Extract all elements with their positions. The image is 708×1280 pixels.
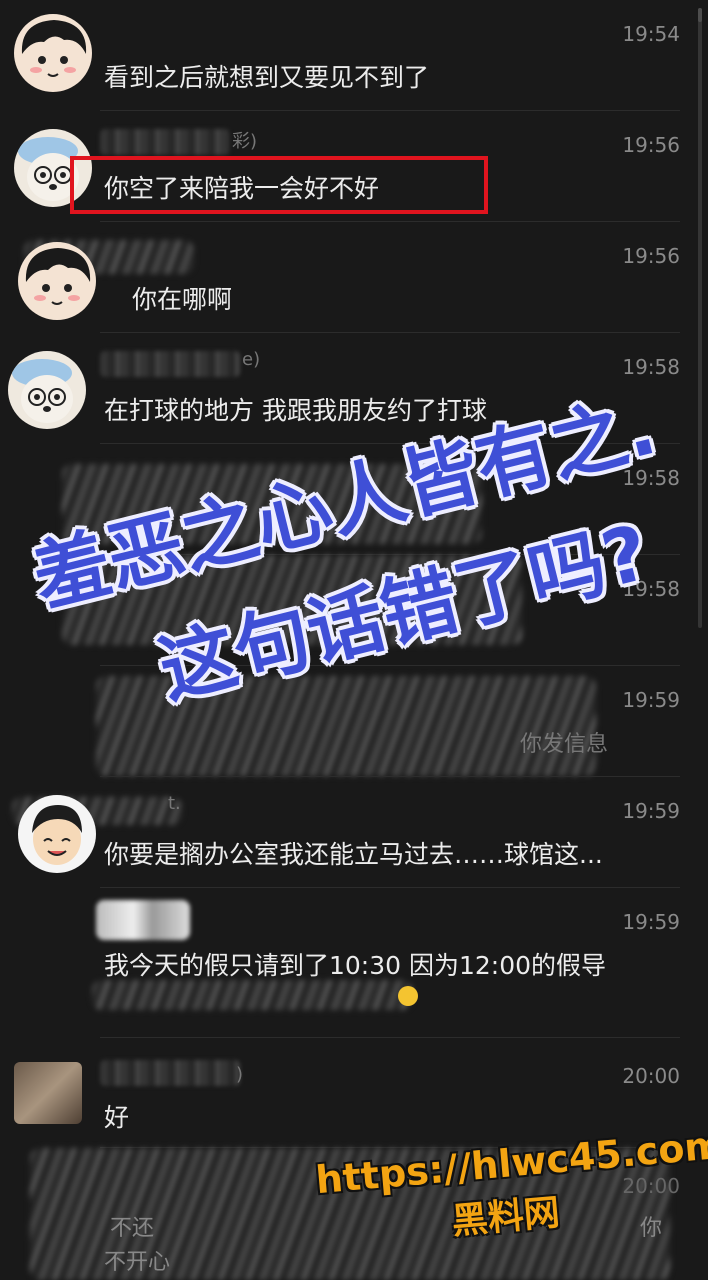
avatar[interactable]	[14, 14, 92, 92]
message-partial-text: 不开心	[104, 1250, 171, 1275]
highlight-box	[70, 156, 488, 214]
avatar-blurred[interactable]	[96, 900, 190, 940]
avatar[interactable]	[18, 242, 96, 320]
message-text: 好	[104, 1103, 130, 1132]
scrollbar[interactable]	[698, 8, 702, 628]
message-partial-text: 不还	[110, 1216, 155, 1241]
chat-message[interactable]: 19:54 看到之后就想到又要见不到了	[0, 0, 708, 111]
avatar-blurred[interactable]	[14, 1062, 82, 1124]
sender-name-blurred	[100, 351, 240, 377]
avatar[interactable]	[8, 351, 86, 429]
message-time: 19:59	[622, 910, 680, 934]
chat-message[interactable]: 19:59 我今天的假只请到了10:30 因为12:00的假导	[0, 888, 708, 1038]
sender-name-suffix: 彩)	[232, 131, 258, 152]
chat-message[interactable]: ) 20:00 好	[0, 1038, 708, 1148]
message-text: 我今天的假只请到了10:30 因为12:00的假导	[104, 951, 607, 980]
sender-name-suffix: e)	[242, 349, 261, 370]
message-text: 看到之后就想到又要见不到了	[104, 63, 430, 92]
redacted-content	[92, 980, 412, 1010]
message-text: 你要是搁办公室我还能立马过去……球馆这...	[104, 840, 603, 869]
boy-cartoon-avatar-icon	[25, 248, 91, 305]
scrollbar-thumb[interactable]	[698, 8, 702, 22]
message-time: 19:54	[622, 22, 680, 46]
sender-name-blurred	[100, 1060, 240, 1086]
boy-cartoon-avatar-icon	[21, 20, 87, 77]
sender-name-blurred	[100, 129, 230, 155]
message-text: 你在哪啊	[132, 285, 233, 314]
message-time: 19:59	[622, 799, 680, 823]
emoji-icon	[398, 986, 418, 1006]
message-time: 20:00	[622, 1064, 680, 1088]
sender-name-suffix: )	[236, 1064, 244, 1085]
chat-message[interactable]: 19:56 你在哪啊	[0, 222, 708, 333]
message-time: 19:56	[622, 244, 680, 268]
message-time: 19:56	[622, 133, 680, 157]
puppy-with-cap-avatar-icon	[12, 359, 73, 423]
